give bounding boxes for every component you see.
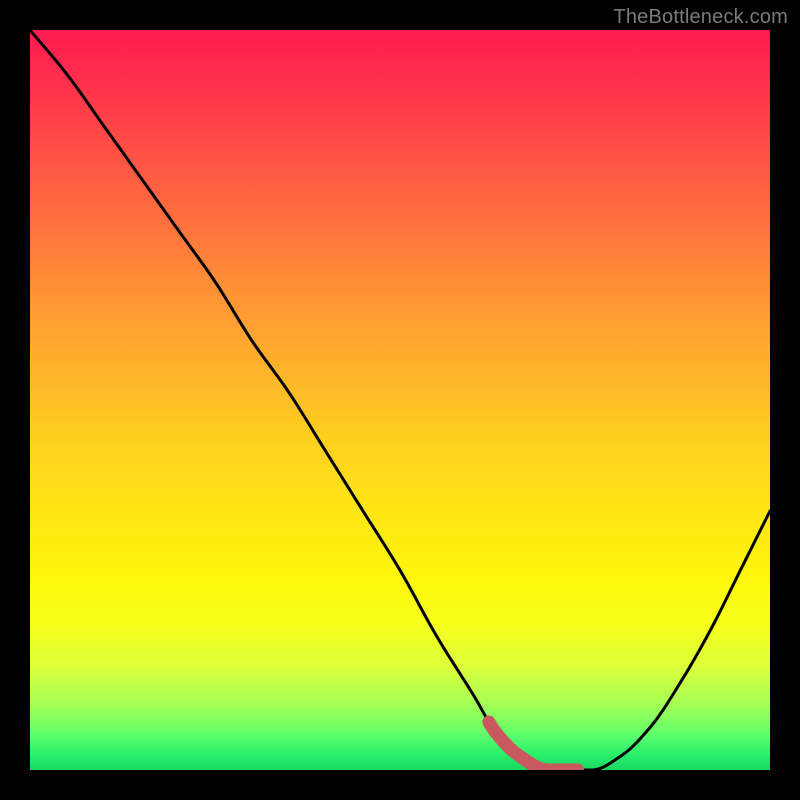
bottleneck-curve xyxy=(30,30,770,770)
plot-area xyxy=(30,30,770,770)
highlight-segment xyxy=(489,722,578,770)
chart-container: TheBottleneck.com xyxy=(0,0,800,800)
curve-layer xyxy=(30,30,770,770)
attribution-text: TheBottleneck.com xyxy=(613,6,788,29)
